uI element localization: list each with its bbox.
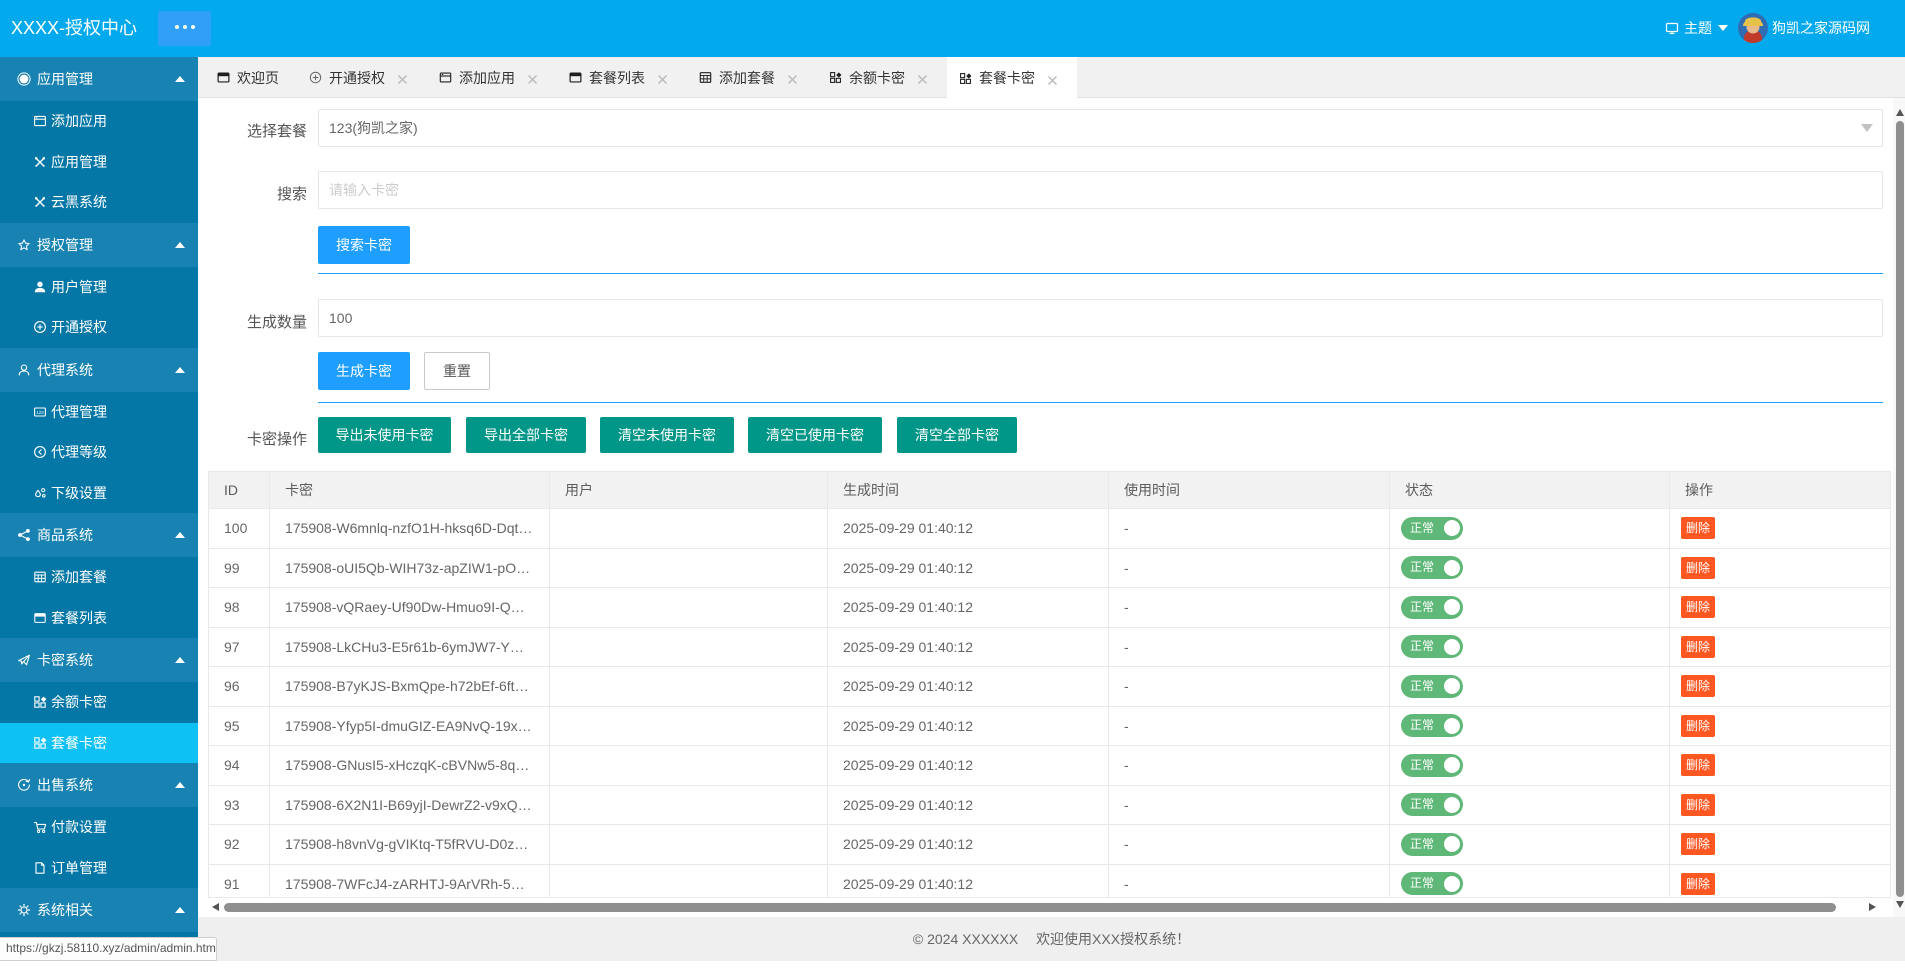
svg-text:123: 123 [36,410,44,415]
